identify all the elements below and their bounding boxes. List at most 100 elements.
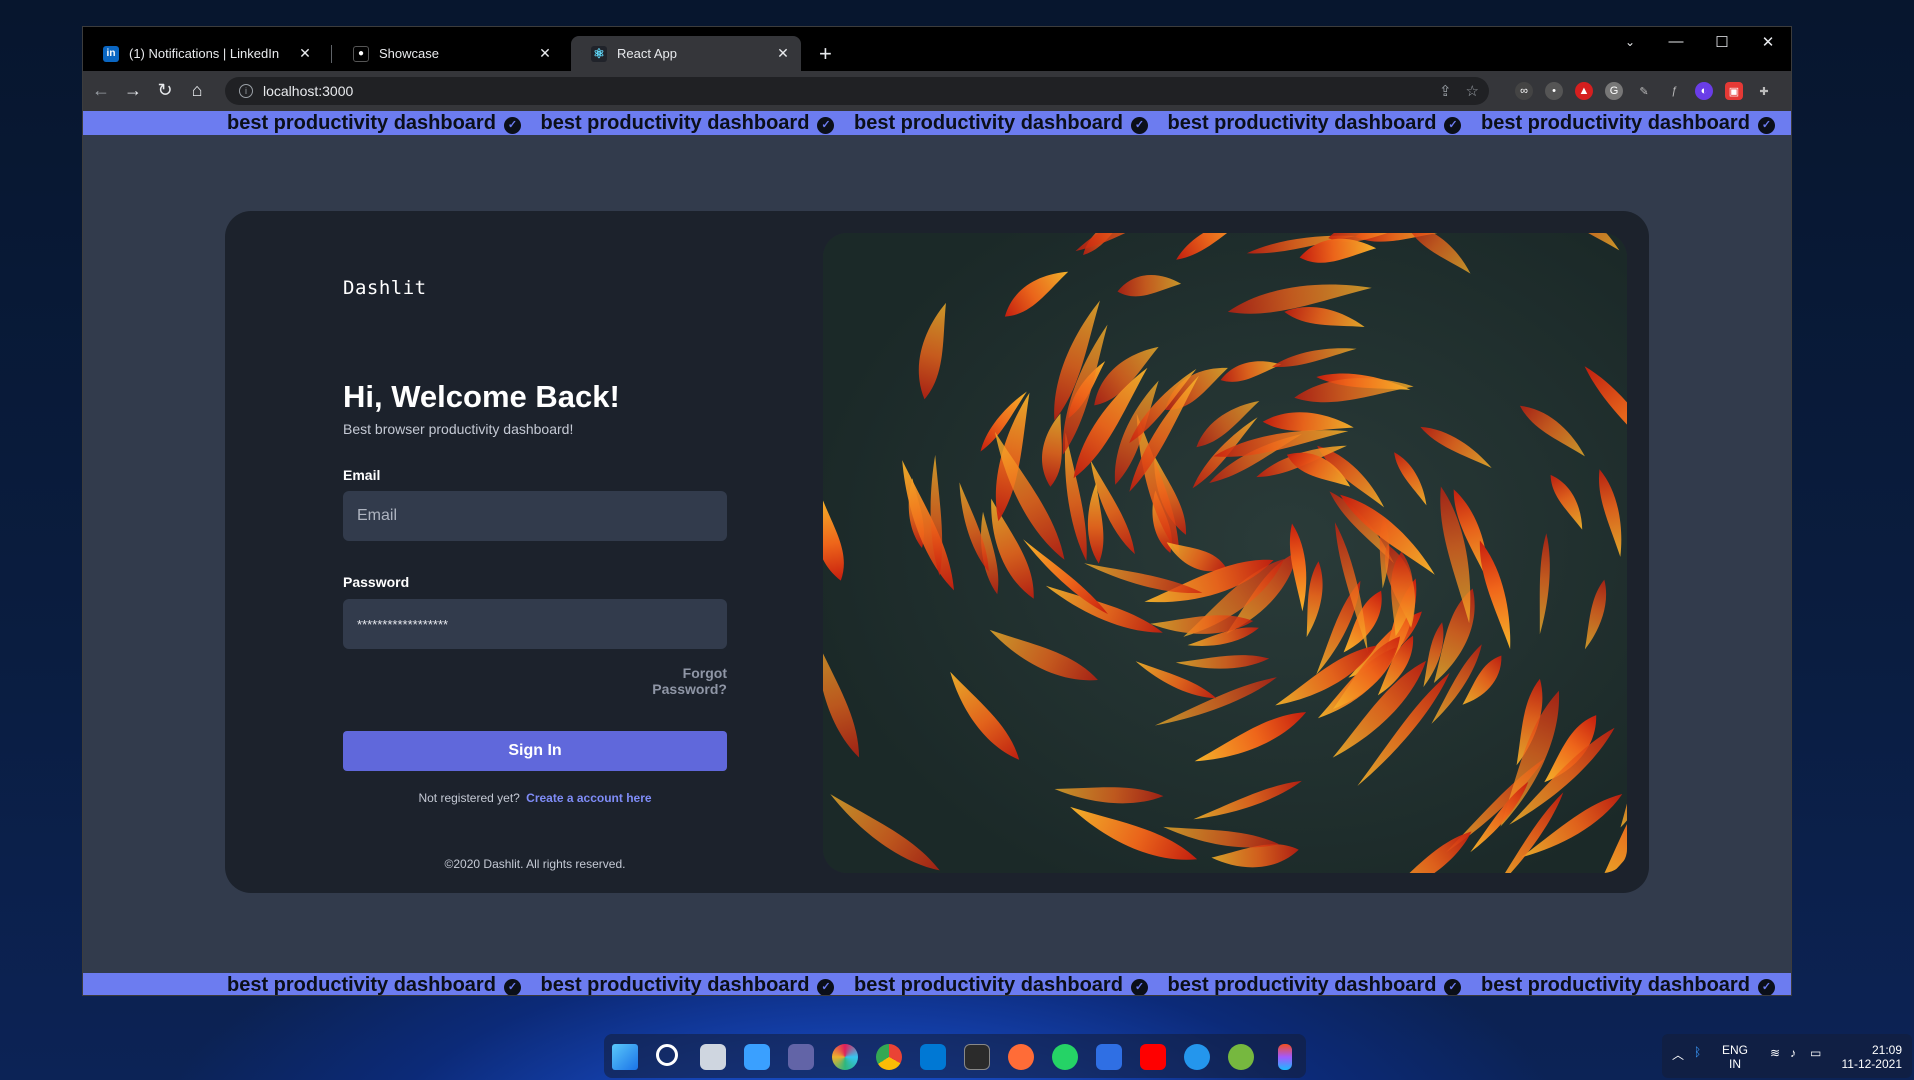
password-label: Password bbox=[343, 574, 410, 590]
close-tab-icon[interactable]: ✕ bbox=[537, 45, 553, 62]
check-circle-icon: ✓ bbox=[1130, 979, 1148, 995]
check-circle-icon: ✓ bbox=[1444, 979, 1462, 995]
url-text: localhost:3000 bbox=[263, 83, 354, 99]
check-circle-icon: ✓ bbox=[1130, 117, 1148, 134]
task-view-icon[interactable] bbox=[700, 1044, 726, 1070]
create-account-link[interactable]: Create a account here bbox=[526, 791, 651, 805]
copyright-text: ©2020 Dashlit. All rights reserved. bbox=[444, 857, 626, 871]
search-icon[interactable] bbox=[656, 1044, 678, 1066]
volume-icon[interactable]: ♪ bbox=[1790, 1046, 1796, 1060]
page-viewport: best productivity dashboard ✓ best produc… bbox=[83, 111, 1791, 995]
tab-title: Showcase bbox=[379, 46, 439, 61]
register-prompt: Not registered yet? Create a account her… bbox=[343, 791, 727, 805]
check-circle-icon: ✓ bbox=[503, 117, 521, 134]
clock[interactable]: 21:09 11-12-2021 bbox=[1842, 1043, 1903, 1071]
marquee-item: best productivity dashboard ✓ bbox=[1168, 973, 1462, 995]
maximize-icon[interactable]: ☐ bbox=[1707, 33, 1737, 51]
whatsapp-icon[interactable] bbox=[1052, 1044, 1078, 1070]
check-circle-icon: ✓ bbox=[1444, 117, 1462, 134]
check-circle-icon: ✓ bbox=[817, 117, 835, 134]
youtube-icon[interactable] bbox=[1140, 1044, 1166, 1070]
minimize-icon[interactable]: — bbox=[1661, 33, 1691, 50]
marquee-top: best productivity dashboard ✓ best produc… bbox=[83, 111, 1791, 135]
marquee-item: best productivity dashboard ✓ bbox=[541, 111, 835, 135]
vscode-icon[interactable] bbox=[920, 1044, 946, 1070]
extension-icon-1[interactable]: ∞ bbox=[1515, 82, 1533, 100]
email-label: Email bbox=[343, 467, 381, 483]
tab-search-icon[interactable]: ⌄ bbox=[1615, 35, 1645, 49]
extension-icon-2[interactable]: • bbox=[1545, 82, 1563, 100]
tab-showcase[interactable]: ● Showcase ✕ bbox=[333, 36, 563, 71]
tab-linkedin[interactable]: in (1) Notifications | LinkedIn ✕ bbox=[83, 36, 323, 71]
marquee-item: best productivity dashboard ✓ bbox=[541, 973, 835, 995]
marquee-bottom: best productivity dashboard ✓ best produc… bbox=[83, 973, 1791, 995]
browser-window: in (1) Notifications | LinkedIn ✕ ● Show… bbox=[82, 26, 1792, 996]
postman-icon[interactable] bbox=[1008, 1044, 1034, 1070]
email-field[interactable] bbox=[343, 491, 727, 541]
terminal-icon[interactable] bbox=[964, 1044, 990, 1070]
extension-icon-4[interactable]: G bbox=[1605, 82, 1623, 100]
page-title: Hi, Welcome Back! bbox=[343, 379, 620, 414]
react-icon: ⚛ bbox=[591, 45, 607, 62]
forgot-password-link[interactable]: Forgot Password? bbox=[605, 665, 727, 697]
figma-icon[interactable] bbox=[1278, 1044, 1292, 1070]
check-circle-icon: ✓ bbox=[1757, 117, 1775, 134]
show-hidden-icons-icon[interactable]: ︿ bbox=[1672, 1046, 1684, 1063]
docker-icon[interactable] bbox=[1184, 1044, 1210, 1070]
brand-logo: Dashlit bbox=[343, 277, 427, 299]
extension-icon-5[interactable]: ◐ bbox=[1695, 82, 1713, 100]
close-tab-icon[interactable]: ✕ bbox=[775, 45, 791, 62]
tab-title: React App bbox=[617, 46, 677, 61]
address-bar[interactable]: i localhost:3000 ⇪ ☆ bbox=[225, 77, 1489, 105]
back-icon[interactable]: ← bbox=[89, 80, 113, 101]
pen-extension-icon[interactable]: ✎ bbox=[1635, 82, 1653, 100]
language-indicator[interactable]: ENG IN bbox=[1722, 1043, 1748, 1071]
check-circle-icon: ✓ bbox=[503, 979, 521, 995]
login-card: Dashlit Hi, Welcome Back! Best browser p… bbox=[225, 211, 1649, 893]
reload-icon[interactable]: ↻ bbox=[153, 80, 177, 101]
extension-icon-6[interactable]: ▣ bbox=[1725, 82, 1743, 100]
flame-swirl-image bbox=[823, 233, 1627, 873]
marquee-item: best productivity dashboard ✓ bbox=[1481, 111, 1775, 135]
page-subtitle: Best browser productivity dashboard! bbox=[343, 421, 574, 437]
new-tab-icon[interactable]: + bbox=[819, 41, 832, 67]
marquee-item: best productivity dashboard ✓ bbox=[227, 973, 521, 995]
share-icon[interactable]: ⇪ bbox=[1439, 82, 1452, 100]
forward-icon[interactable]: → bbox=[121, 80, 145, 101]
wifi-icon[interactable]: ≋ bbox=[1770, 1046, 1780, 1060]
extension-icon-3[interactable]: ▲ bbox=[1575, 82, 1593, 100]
calendar-icon[interactable] bbox=[1096, 1044, 1122, 1070]
register-text: Not registered yet? bbox=[418, 791, 520, 805]
linkedin-icon: in bbox=[103, 45, 119, 62]
bluetooth-icon[interactable]: ᛒ bbox=[1694, 1045, 1701, 1059]
showcase-icon: ● bbox=[353, 45, 369, 62]
slack-icon[interactable] bbox=[832, 1044, 858, 1070]
close-tab-icon[interactable]: ✕ bbox=[297, 45, 313, 62]
hero-artwork bbox=[823, 233, 1627, 873]
formula-extension-icon[interactable]: ƒ bbox=[1665, 82, 1683, 100]
chrome-icon[interactable] bbox=[876, 1044, 902, 1070]
marquee-item: best productivity dashboard ✓ bbox=[854, 973, 1148, 995]
marquee-item: best productivity dashboard ✓ bbox=[227, 111, 521, 135]
browser-toolbar: ← → ↻ ⌂ i localhost:3000 ⇪ ☆ ∞ • ▲ G ✎ ƒ… bbox=[83, 71, 1791, 111]
widgets-icon[interactable] bbox=[744, 1044, 770, 1070]
site-info-icon[interactable]: i bbox=[239, 84, 253, 98]
teams-icon[interactable] bbox=[788, 1044, 814, 1070]
utorrent-icon[interactable] bbox=[1228, 1044, 1254, 1070]
marquee-item: best productivity dashboard ✓ bbox=[1481, 973, 1775, 995]
tab-separator bbox=[331, 45, 332, 63]
bookmark-star-icon[interactable]: ☆ bbox=[1466, 82, 1479, 100]
close-window-icon[interactable]: ✕ bbox=[1753, 33, 1783, 51]
battery-icon[interactable]: ▭ bbox=[1810, 1046, 1821, 1060]
check-circle-icon: ✓ bbox=[1757, 979, 1775, 995]
sign-in-button[interactable]: Sign In bbox=[343, 731, 727, 771]
extensions-puzzle-icon[interactable]: ✚ bbox=[1755, 82, 1773, 100]
start-menu-icon[interactable] bbox=[612, 1044, 638, 1070]
home-icon[interactable]: ⌂ bbox=[185, 80, 209, 101]
tab-title: (1) Notifications | LinkedIn bbox=[129, 46, 280, 61]
system-tray: ︿ ᛒ ENG IN ≋ ♪ ▭ 21:09 11-12-2021 bbox=[1662, 1034, 1912, 1078]
tab-react-app[interactable]: ⚛ React App ✕ bbox=[571, 36, 801, 71]
marquee-item: best productivity dashboard ✓ bbox=[1168, 111, 1462, 135]
password-field[interactable] bbox=[343, 599, 727, 649]
marquee-item: best productivity dashboard ✓ bbox=[854, 111, 1148, 135]
